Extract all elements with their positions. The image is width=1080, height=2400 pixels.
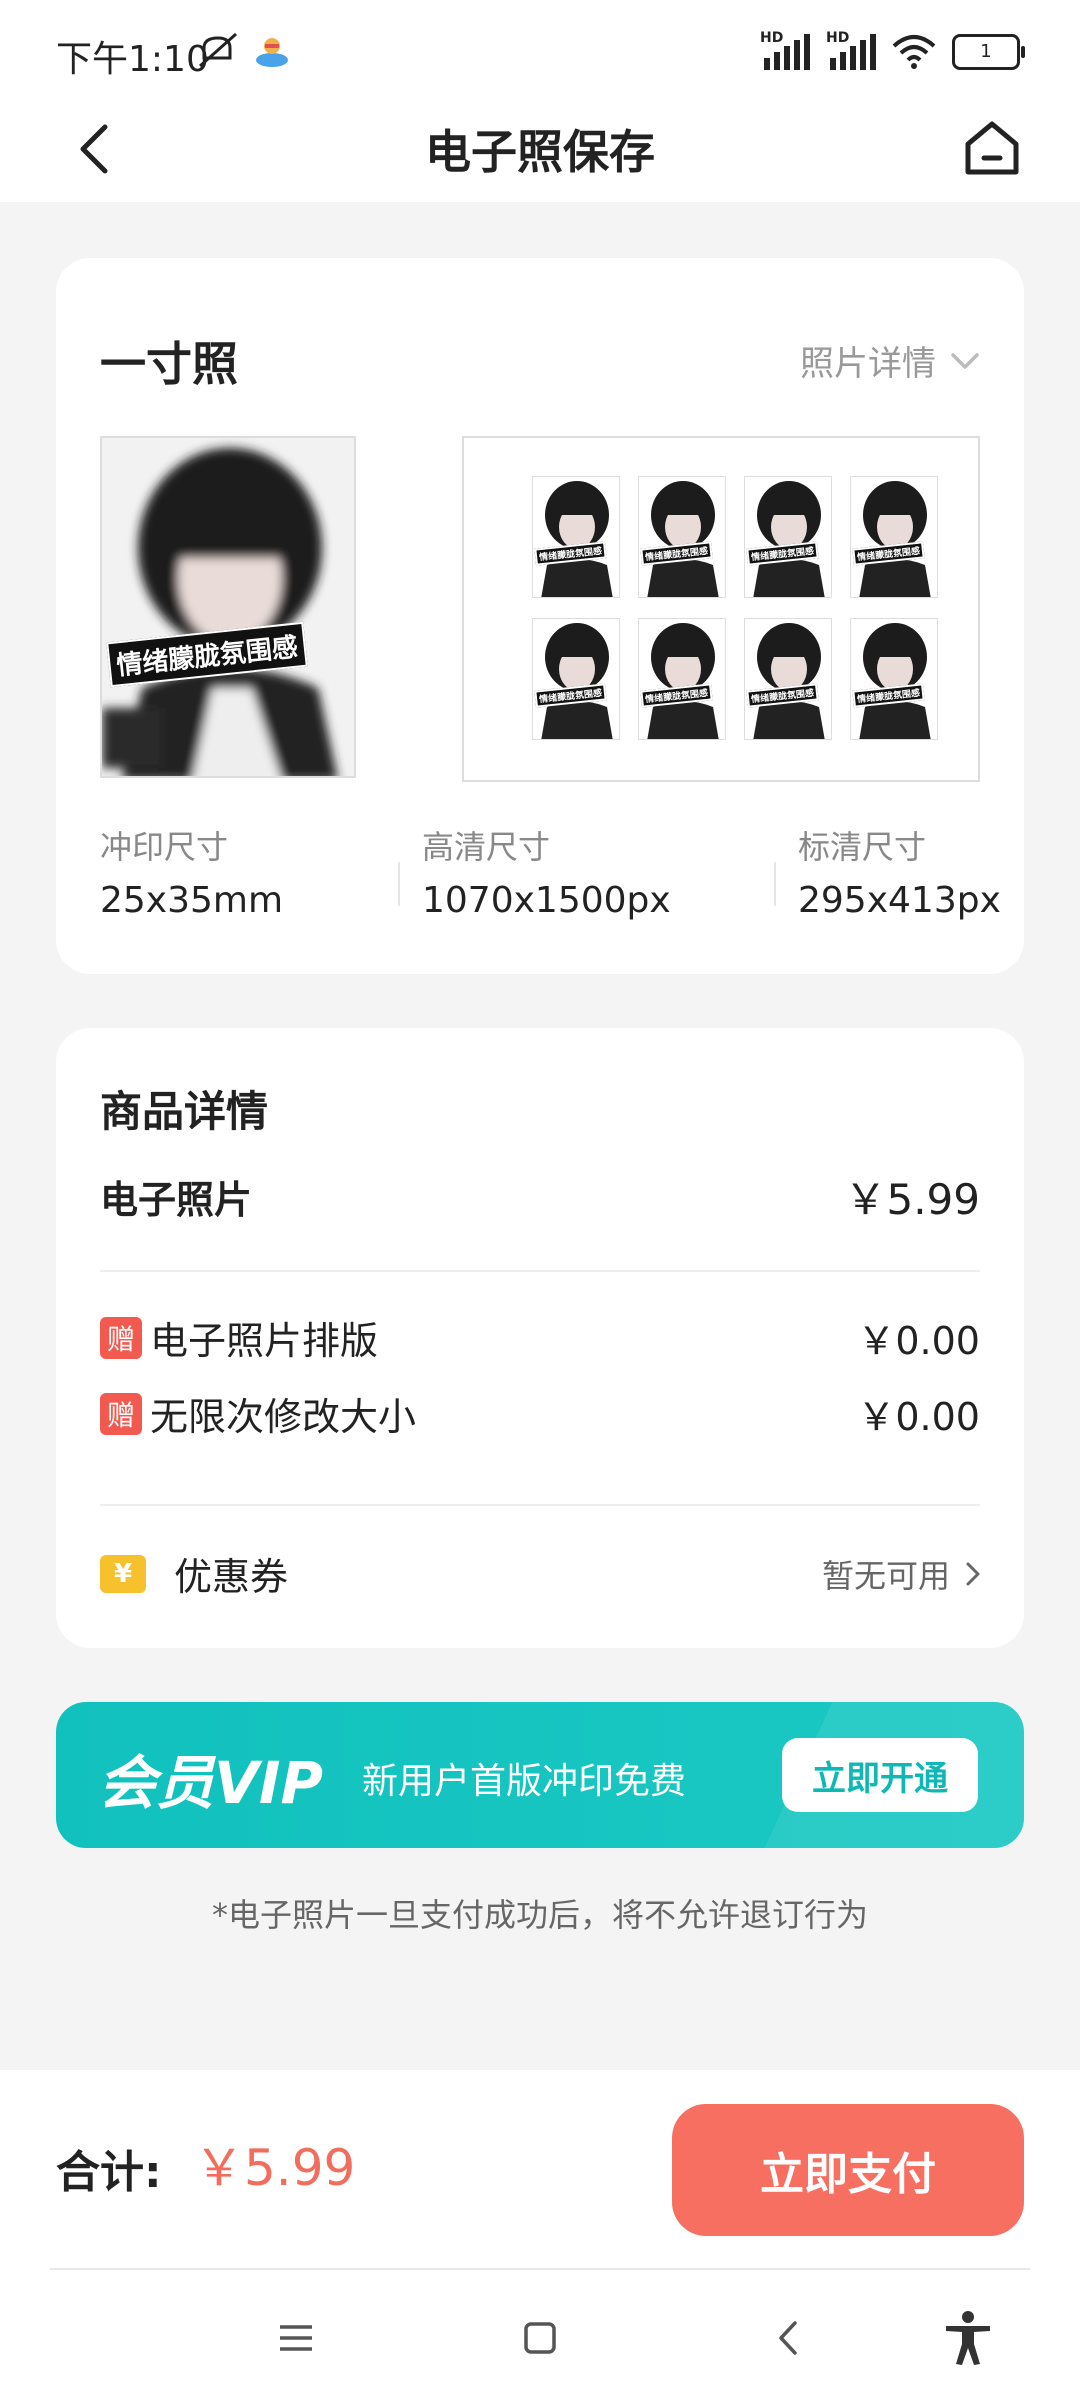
total-value: ￥5.99 — [194, 2139, 356, 2197]
layout-photo: 情绪朦胧氛围感 — [638, 476, 726, 598]
product-name: 电子照片 — [100, 1178, 253, 1222]
square-icon — [524, 2322, 556, 2354]
vip-activate-button[interactable]: 立即开通 — [782, 1738, 978, 1812]
layout-photo: 情绪朦胧氛围感 — [638, 618, 726, 740]
battery-icon: 1 — [952, 34, 1025, 70]
photo-detail-label: 照片详情 — [800, 344, 936, 384]
photo-specs: 冲印尺寸 25x35mm 高清尺寸 1070x1500px 标清尺寸 295x4… — [100, 822, 1001, 922]
layout-photo: 情绪朦胧氛围感 — [850, 618, 938, 740]
status-time: 下午1:10 — [56, 39, 209, 80]
photo-card: 一寸照 照片详情 情绪朦胧氛围感 情绪朦胧氛围感 情绪朦胧氛围感 情绪朦胧氛围感… — [56, 258, 1024, 974]
menu-icon — [280, 2325, 312, 2351]
chevron-right-icon — [966, 1562, 980, 1585]
gift-item: 赠 电子照片排版 ￥0.00 — [100, 1310, 980, 1365]
layout-photo: 情绪朦胧氛围感 — [532, 476, 620, 598]
accessibility-icon — [946, 2311, 990, 2365]
spec-label: 标清尺寸 — [798, 828, 927, 866]
header: 电子照保存 — [0, 96, 1080, 202]
gift-badge: 赠 — [100, 1392, 142, 1435]
pay-now-button[interactable]: 立即支付 — [672, 2104, 1024, 2236]
layout-photo: 情绪朦胧氛围感 — [532, 618, 620, 740]
spec-divider — [774, 862, 776, 906]
cell-signal-2-icon: HD — [826, 30, 876, 70]
product-main-item: 电子照片 ￥5.99 — [100, 1166, 980, 1227]
gift-price: ￥0.00 — [857, 1395, 980, 1439]
gift-badge: 赠 — [100, 1316, 142, 1359]
total-label: 合计: — [56, 2147, 162, 2198]
mute-icon — [199, 32, 237, 68]
status-bar: 下午1:10 HD HD 1 — [0, 0, 1080, 96]
spec-hd-size: 高清尺寸 1070x1500px — [422, 822, 671, 921]
chevron-down-icon — [951, 352, 979, 369]
product-price: ￥5.99 — [844, 1175, 980, 1224]
nav-back-icon — [779, 2321, 797, 2355]
nav-home-button[interactable] — [510, 2312, 570, 2364]
gift-price: ￥0.00 — [857, 1319, 980, 1363]
spec-label: 冲印尺寸 — [100, 828, 229, 866]
spec-value: 1070x1500px — [422, 880, 671, 921]
product-card: 商品详情 电子照片 ￥5.99 赠 电子照片排版 ￥0.00 赠 无限次修改大小… — [56, 1028, 1024, 1648]
coupon-status: 暂无可用 — [821, 1556, 950, 1595]
wifi-icon — [892, 35, 936, 69]
refund-notice: *电子照片一旦支付成功后，将不允许退订行为 — [211, 1896, 868, 1934]
home-icon — [965, 121, 1019, 175]
nav-menu-button[interactable] — [266, 2312, 326, 2364]
spec-label: 高清尺寸 — [422, 828, 551, 866]
spec-sd-size: 标清尺寸 295x413px — [798, 822, 1001, 921]
accessibility-button[interactable] — [938, 2311, 998, 2365]
coupon-row[interactable]: ¥ 优惠券 暂无可用 — [100, 1546, 980, 1601]
spec-divider — [398, 862, 400, 906]
page-title: 电子照保存 — [425, 125, 655, 179]
checkout-bar: 合计: ￥5.99 立即支付 — [0, 2070, 1080, 2270]
divider — [100, 1504, 980, 1506]
photo-type-title: 一寸照 — [100, 337, 238, 391]
system-nav-bar — [0, 2270, 1080, 2400]
photo-layout-sheet: 情绪朦胧氛围感 情绪朦胧氛围感 情绪朦胧氛围感 情绪朦胧氛围感 情绪朦胧氛围感 … — [462, 436, 980, 782]
gift-item: 赠 无限次修改大小 ￥0.00 — [100, 1386, 980, 1441]
spec-value: 25x35mm — [100, 880, 284, 921]
vip-logo: 会员VIP — [98, 1749, 323, 1817]
coupon-icon: ¥ — [100, 1554, 146, 1593]
cell-signal-1-icon: HD — [760, 30, 810, 70]
portrait-image — [102, 438, 354, 776]
layout-photo: 情绪朦胧氛围感 — [744, 476, 832, 598]
layout-photo: 情绪朦胧氛围感 — [850, 476, 938, 598]
coupon-label: 优惠券 — [174, 1555, 289, 1599]
nav-back-button[interactable] — [758, 2312, 818, 2364]
spec-print-size: 冲印尺寸 25x35mm — [100, 822, 283, 921]
spec-value: 295x413px — [798, 880, 1001, 921]
photo-preview: 情绪朦胧氛围感 — [100, 436, 356, 778]
vip-promo-text: 新用户首版冲印免费 — [362, 1761, 687, 1802]
gift-name: 无限次修改大小 — [150, 1395, 417, 1439]
divider — [100, 1270, 980, 1272]
product-title: 商品详情 — [100, 1087, 269, 1136]
app-notification-icon — [256, 38, 288, 67]
photo-detail-toggle[interactable]: 照片详情 — [800, 336, 980, 385]
layout-photo: 情绪朦胧氛围感 — [744, 618, 832, 740]
gift-name: 电子照片排版 — [150, 1319, 379, 1363]
vip-banner[interactable]: 会员VIP 新用户首版冲印免费 立即开通 — [56, 1702, 1024, 1848]
home-button[interactable] — [954, 110, 1030, 186]
